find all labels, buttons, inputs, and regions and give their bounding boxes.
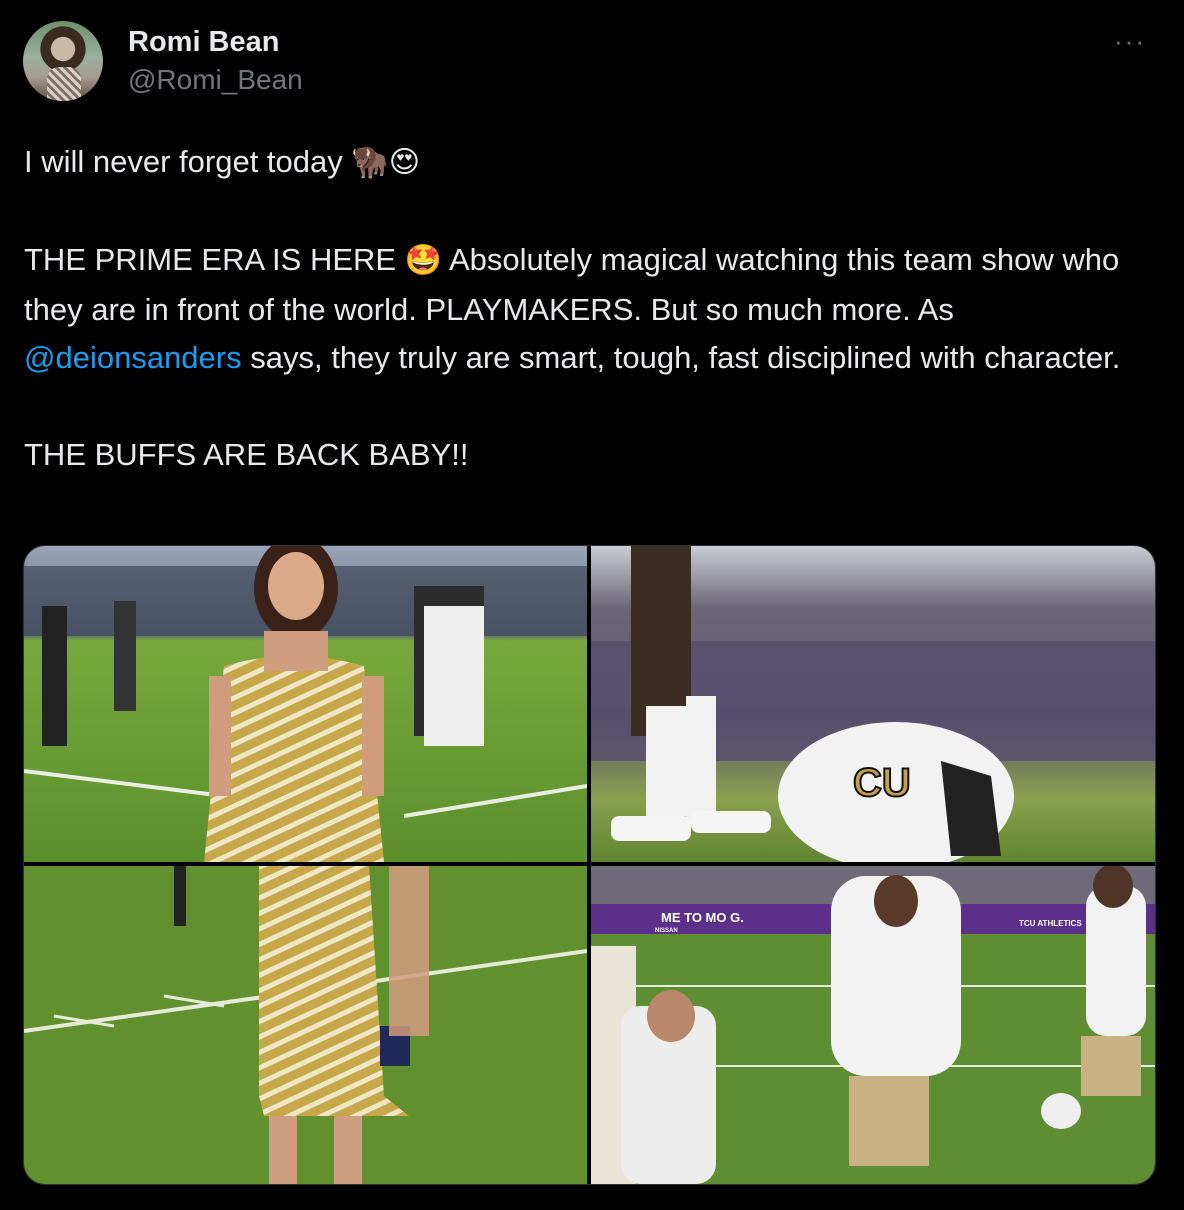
avatar-figure: [47, 67, 81, 101]
photo-dress-full-length: [24, 866, 587, 1184]
photo-woman-dress: [24, 546, 587, 862]
cu-logo: CU: [853, 761, 911, 805]
author-handle[interactable]: @Romi_Bean: [128, 64, 303, 96]
media-image-1[interactable]: [24, 546, 587, 862]
author-name[interactable]: Romi Bean: [128, 26, 279, 59]
media-image-4[interactable]: ME TO MO G. TCU ATHLETICS NISSAN: [591, 866, 1155, 1184]
stadium-banner: ME TO MO G.: [661, 910, 744, 925]
stadium-banner-2: TCU ATHLETICS: [1019, 919, 1082, 928]
mention-link-deionsanders[interactable]: @deionsanders: [24, 340, 242, 375]
media-image-2[interactable]: CU: [591, 546, 1155, 862]
tweet-text: I will never forget today 🦬😍 THE PRIME E…: [24, 138, 1164, 480]
photo-buffs-helmet: CU: [591, 546, 1155, 862]
bison-heart-eyes-emoji: 🦬😍: [351, 145, 421, 180]
tweet-line-3: THE BUFFS ARE BACK BABY!!: [24, 437, 469, 472]
sponsor-sign: NISSAN: [655, 928, 678, 934]
media-image-3[interactable]: [24, 866, 587, 1184]
more-options-icon[interactable]: ···: [1114, 26, 1146, 57]
tweet-paragraph-2: THE PRIME ERA IS HERE 🤩 Absolutely magic…: [24, 242, 1121, 375]
photo-coach-and-players: ME TO MO G. TCU ATHLETICS NISSAN: [591, 866, 1155, 1184]
star-struck-emoji: 🤩: [404, 243, 443, 278]
media-grid: CU ME TO MO G. TCU ATHLETICS NISSAN: [23, 545, 1156, 1185]
tweet-line-1: I will never forget today 🦬😍: [24, 144, 421, 180]
profile-avatar[interactable]: [23, 21, 103, 101]
